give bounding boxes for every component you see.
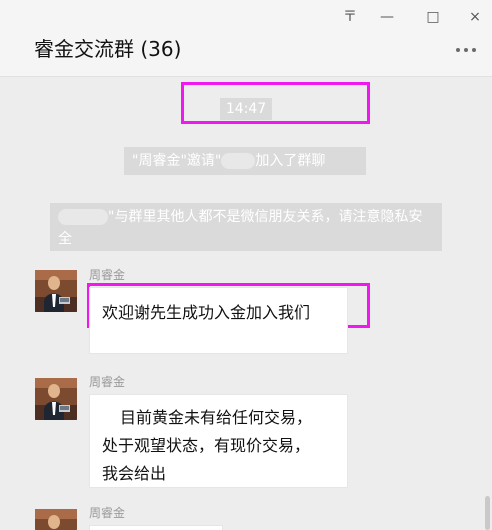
message-text: 欢迎谢先生成功入金加入我们 — [102, 303, 311, 322]
blurred-name — [221, 153, 256, 169]
title-bar: 睿金交流群 (36) 〒 — □ × — [0, 0, 492, 77]
avatar[interactable] — [35, 378, 77, 420]
more-icon — [456, 48, 460, 52]
message-timestamp: 14:47 — [220, 98, 272, 120]
chat-title: 睿金交流群 (36) — [34, 37, 182, 61]
avatar[interactable] — [35, 270, 77, 312]
minimize-icon: — — [380, 9, 394, 25]
sender-name: 周睿金 — [89, 268, 126, 282]
system-invite-prefix: "周睿金"邀请" — [132, 153, 222, 169]
system-message-warning: "与群里其他人都不是微信朋友关系，请注意隐私安全 — [50, 203, 442, 251]
blurred-name — [58, 209, 108, 225]
avatar-icon — [35, 270, 77, 312]
more-button[interactable] — [448, 40, 484, 60]
close-button[interactable]: × — [462, 0, 488, 34]
message-bubble[interactable] — [89, 525, 223, 530]
more-icon — [464, 48, 468, 52]
system-warning-suffix: "与群里其他人都不是微信朋友关系，请注意隐私安全 — [58, 209, 423, 247]
message-text: 处于观望状态，有现价交易， — [102, 436, 311, 455]
message-bubble[interactable]: 目前黄金未有给任何交易， 处于观望状态，有现价交易， 我会给出 — [89, 394, 348, 488]
chat-window: 睿金交流群 (36) 〒 — □ × 14:47 "周睿金"邀请" 加入了群聊 "… — [0, 0, 492, 530]
scrollbar[interactable] — [485, 496, 490, 530]
system-message-invite: "周睿金"邀请" 加入了群聊 — [124, 147, 366, 175]
maximize-button[interactable]: □ — [420, 0, 446, 34]
message-bubble[interactable]: 欢迎谢先生成功入金加入我们 — [89, 287, 348, 354]
avatar-icon — [35, 378, 77, 420]
close-icon: × — [469, 9, 481, 25]
sender-name: 周睿金 — [89, 506, 126, 520]
pin-button[interactable]: 〒 — [337, 0, 363, 34]
avatar-icon — [35, 509, 77, 530]
avatar[interactable] — [35, 509, 77, 530]
pin-icon: 〒 — [343, 9, 357, 25]
highlight-timestamp — [181, 82, 370, 124]
system-invite-suffix: 加入了群聊 — [255, 153, 326, 169]
sender-name: 周睿金 — [89, 375, 126, 389]
message-text: 目前黄金未有给任何交易， — [120, 408, 313, 427]
minimize-button[interactable]: — — [374, 0, 400, 34]
message-text: 我会给出 — [102, 464, 167, 483]
more-icon — [472, 48, 476, 52]
maximize-icon: □ — [426, 9, 440, 25]
